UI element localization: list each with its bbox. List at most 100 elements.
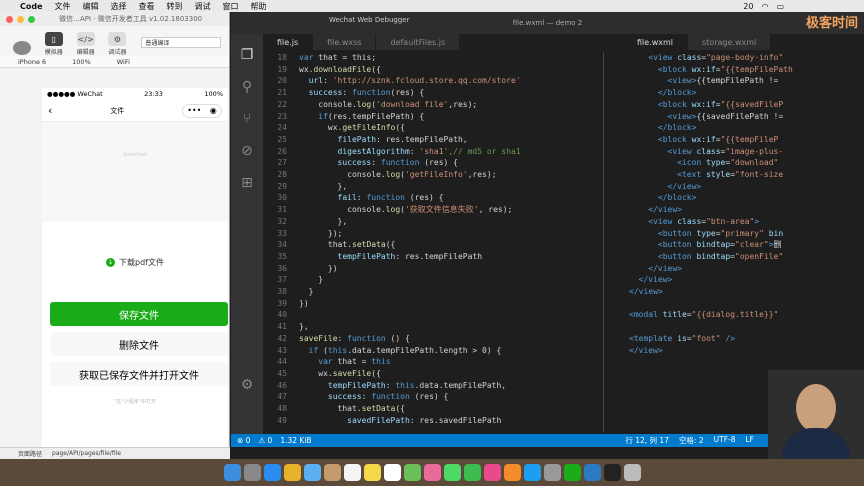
menu-select[interactable]: 选择 bbox=[105, 1, 133, 12]
code-line[interactable]: 29 }, bbox=[265, 181, 605, 193]
open-saved-file-button[interactable]: 获取已保存文件并打开文件 bbox=[50, 362, 228, 386]
code-line[interactable]: <view class="image-plus- bbox=[629, 146, 864, 158]
device-select[interactable]: iPhone 6 bbox=[18, 58, 46, 66]
code-line[interactable]: <button type="primary" bin bbox=[629, 228, 864, 240]
calendar-icon[interactable] bbox=[343, 464, 361, 481]
error-count[interactable]: ⊗ 0 bbox=[237, 436, 250, 445]
code-line[interactable]: <modal title="{{dialog.title}}" bbox=[629, 309, 864, 321]
wifi-icon[interactable]: ◠ bbox=[761, 2, 768, 11]
close-capsule-icon[interactable]: ◉ bbox=[210, 106, 217, 115]
tab-storage-wxml[interactable]: storage.wxml bbox=[688, 34, 772, 50]
appstore-icon[interactable] bbox=[523, 464, 541, 481]
download-area[interactable]: ↓ 下载pdf文件 bbox=[42, 222, 228, 302]
code-line[interactable]: </block> bbox=[629, 87, 864, 99]
warning-count[interactable]: ⚠ 0 bbox=[258, 436, 272, 445]
zoom-window-icon[interactable] bbox=[28, 15, 35, 23]
code-line[interactable]: 47 success: function (res) { bbox=[265, 391, 605, 403]
minimize-window-icon[interactable] bbox=[17, 15, 24, 23]
settings-icon[interactable] bbox=[543, 464, 561, 481]
code-line[interactable] bbox=[629, 298, 864, 310]
code-line[interactable] bbox=[629, 321, 864, 333]
js-editor[interactable]: 18 var that = this; 19 wx.downloadFile({20 … bbox=[265, 52, 605, 427]
code-line[interactable]: 26 digestAlgorithm: 'sha1',// md5 or sha… bbox=[265, 146, 605, 158]
code-line[interactable]: 44 var that = this bbox=[265, 356, 605, 368]
contacts-icon[interactable] bbox=[323, 464, 341, 481]
code-line[interactable]: 28 console.log('getFileInfo',res); bbox=[265, 169, 605, 181]
code-line[interactable]: <view class="page-body-info" bbox=[629, 52, 864, 64]
compile-mode-select[interactable]: 普通编译 bbox=[141, 37, 221, 48]
code-line[interactable]: 30 fail: function (res) { bbox=[265, 192, 605, 204]
code-line[interactable]: <text style="font-size bbox=[629, 169, 864, 181]
tab-default-files[interactable]: defaultFiles.js bbox=[376, 34, 461, 50]
code-line[interactable]: 27 success: function (res) { bbox=[265, 157, 605, 169]
code-line[interactable]: 25 filePath: res.tempFilePath, bbox=[265, 134, 605, 146]
messages-icon[interactable] bbox=[443, 464, 461, 481]
tab-file-wxss[interactable]: file.wxss bbox=[313, 34, 377, 50]
trash-icon[interactable] bbox=[623, 464, 641, 481]
close-window-icon[interactable] bbox=[6, 15, 13, 23]
code-line[interactable]: 39}) bbox=[265, 298, 605, 310]
code-line[interactable]: </view> bbox=[629, 286, 864, 298]
code-line[interactable]: 35 tempFilePath: res.tempFilePath bbox=[265, 251, 605, 263]
code-line[interactable]: 41}, bbox=[265, 321, 605, 333]
terminal-icon[interactable] bbox=[603, 464, 621, 481]
mail-icon[interactable] bbox=[303, 464, 321, 481]
capsule-menu[interactable]: ••• ◉ bbox=[182, 103, 222, 118]
notes-icon[interactable] bbox=[363, 464, 381, 481]
code-line[interactable]: 48 that.setData({ bbox=[265, 403, 605, 415]
back-icon[interactable]: ‹ bbox=[48, 104, 52, 117]
code-line[interactable]: 42 saveFile: function () { bbox=[265, 333, 605, 345]
debugger-button[interactable]: ⚙ 调试器 bbox=[104, 32, 132, 56]
battery-icon[interactable]: ▭ bbox=[776, 2, 784, 11]
code-line[interactable]: <button bindtap="clear">删 bbox=[629, 239, 864, 251]
facetime-icon[interactable] bbox=[463, 464, 481, 481]
settings-gear-icon[interactable]: ⚙ bbox=[238, 376, 256, 394]
code-line[interactable]: </view> bbox=[629, 181, 864, 193]
code-line[interactable]: 34 that.setData({ bbox=[265, 239, 605, 251]
zoom-select[interactable]: 100% bbox=[72, 58, 91, 66]
app-menu[interactable]: Code bbox=[14, 2, 49, 11]
code-line[interactable]: <block wx:if="{{savedFileP bbox=[629, 99, 864, 111]
code-line[interactable]: 20 url: 'http://sznk.fcloud.store.qq.com… bbox=[265, 75, 605, 87]
menu-edit[interactable]: 编辑 bbox=[77, 1, 105, 12]
menu-debug[interactable]: 调试 bbox=[189, 1, 217, 12]
tab-file-js[interactable]: file.js bbox=[263, 34, 314, 50]
wxml-editor[interactable]: <view class="page-body-info" <block wx:i… bbox=[629, 52, 864, 356]
debugger-window-title[interactable]: Wechat Web Debugger bbox=[329, 16, 410, 24]
code-line[interactable]: <template is="foot" /> bbox=[629, 333, 864, 345]
code-line[interactable]: 40 bbox=[265, 309, 605, 321]
code-line[interactable]: 32 }, bbox=[265, 216, 605, 228]
code-line[interactable]: </view> bbox=[629, 204, 864, 216]
code-line[interactable]: <view>{{savedFilePath != bbox=[629, 111, 864, 123]
chrome-icon[interactable] bbox=[283, 464, 301, 481]
code-line[interactable]: </block> bbox=[629, 122, 864, 134]
code-line[interactable]: 33 }); bbox=[265, 228, 605, 240]
code-line[interactable]: 18 var that = this; bbox=[265, 52, 605, 64]
menu-file[interactable]: 文件 bbox=[49, 1, 77, 12]
code-line[interactable]: 49 savedFilePath: res.savedFilePath bbox=[265, 415, 605, 427]
code-line[interactable]: </view> bbox=[629, 345, 864, 357]
vscode-icon[interactable] bbox=[583, 464, 601, 481]
code-line[interactable]: <icon type="download" bbox=[629, 157, 864, 169]
code-line[interactable]: 45 wx.saveFile({ bbox=[265, 368, 605, 380]
wechat-icon[interactable] bbox=[563, 464, 581, 481]
code-line[interactable]: 22 console.log('download file',res); bbox=[265, 99, 605, 111]
footer-path[interactable]: page/API/pages/file/file bbox=[52, 450, 121, 457]
code-line[interactable]: 36 }) bbox=[265, 263, 605, 275]
menu-help[interactable]: 帮助 bbox=[245, 1, 273, 12]
editor-button[interactable]: </> 编辑器 bbox=[72, 32, 100, 56]
code-line[interactable]: <block wx:if="{{tempFileP bbox=[629, 134, 864, 146]
code-line[interactable]: 43 if (this.data.tempFilePath.length > 0… bbox=[265, 345, 605, 357]
indent-setting[interactable]: 空格: 2 bbox=[679, 435, 704, 446]
avatar[interactable] bbox=[8, 41, 36, 56]
more-icon[interactable]: ••• bbox=[187, 106, 201, 115]
code-line[interactable]: <view>{{tempFilePath != bbox=[629, 75, 864, 87]
launchpad-icon[interactable] bbox=[243, 464, 261, 481]
explorer-icon[interactable]: ❐ bbox=[238, 46, 256, 64]
code-line[interactable]: 19 wx.downloadFile({ bbox=[265, 64, 605, 76]
encoding[interactable]: UTF-8 bbox=[714, 435, 736, 446]
source-control-icon[interactable]: ⑂ bbox=[238, 110, 256, 128]
reminders-icon[interactable] bbox=[383, 464, 401, 481]
code-line[interactable]: <button bindtap="openFile" bbox=[629, 251, 864, 263]
network-select[interactable]: WiFi bbox=[117, 58, 130, 66]
